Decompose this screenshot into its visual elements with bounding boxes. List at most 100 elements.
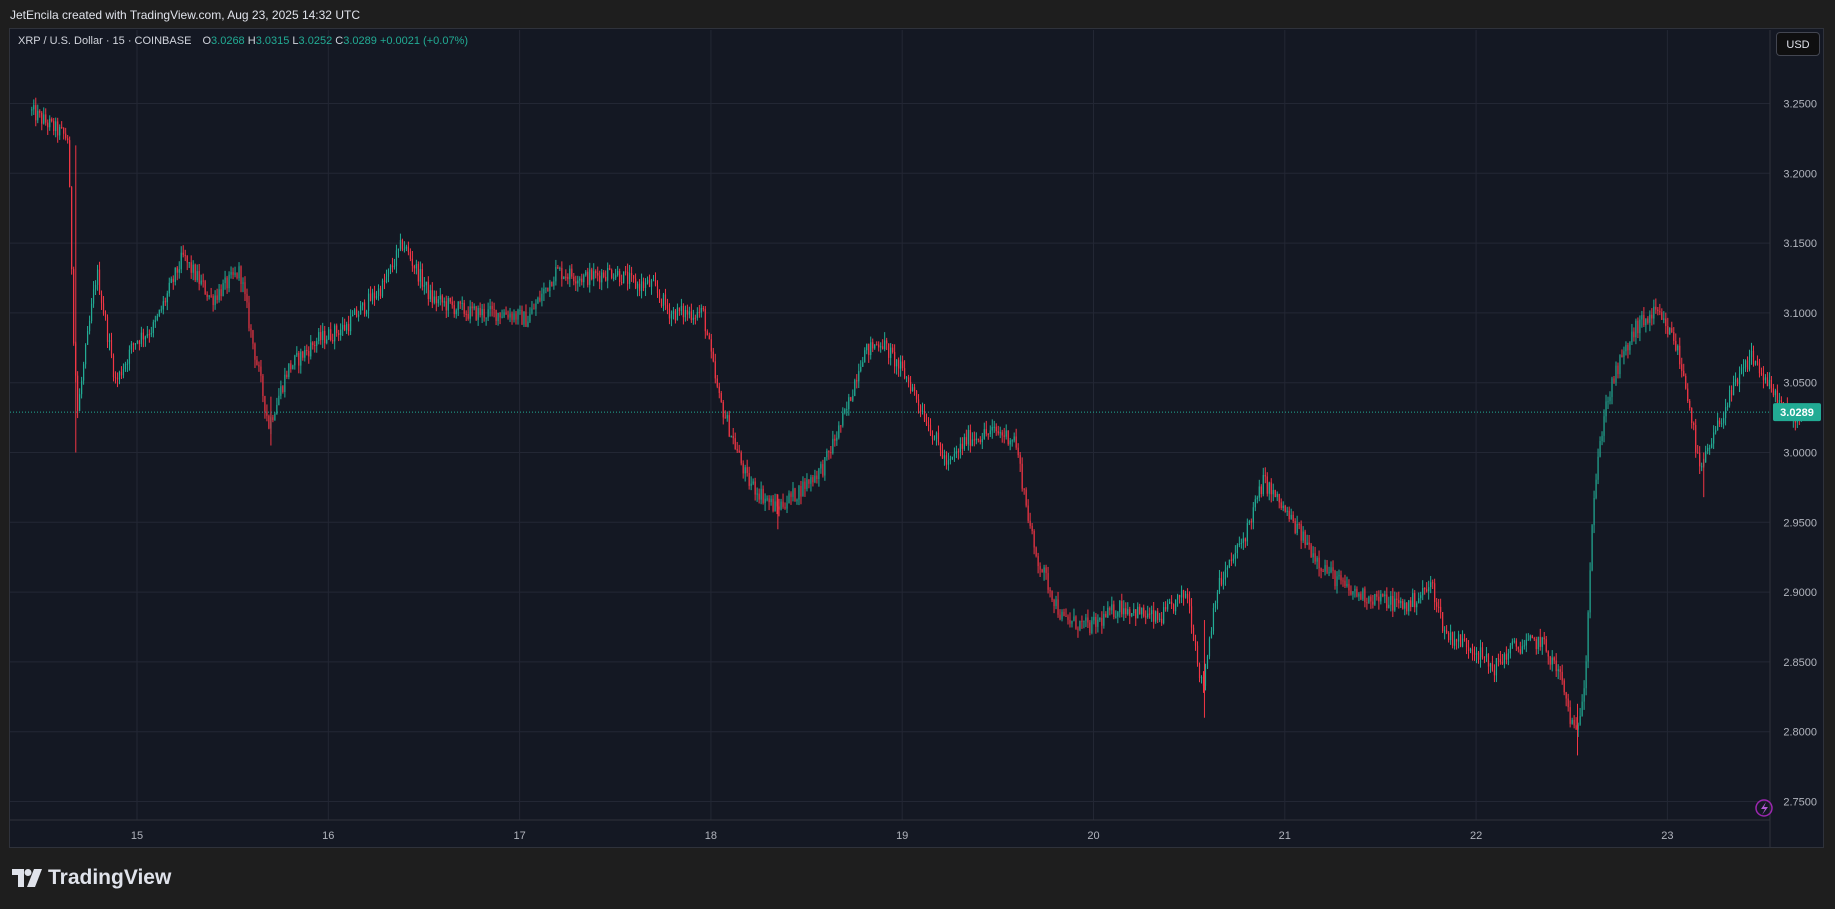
candle-body — [429, 290, 431, 300]
candle-body — [266, 411, 268, 416]
candle-body — [1085, 617, 1087, 621]
candle-body — [798, 486, 800, 500]
candle-body — [515, 313, 517, 320]
currency-button[interactable]: USD — [1776, 32, 1820, 56]
candle-body — [322, 330, 324, 341]
candle-body — [505, 312, 507, 315]
candle-body — [1489, 663, 1492, 667]
candle-body — [1418, 598, 1420, 604]
candle-body — [63, 127, 65, 134]
candle-body — [1406, 602, 1408, 612]
candle-body — [973, 439, 975, 441]
candle-body — [537, 297, 539, 304]
candle-body — [302, 351, 304, 358]
candle-body — [300, 351, 302, 366]
candle-body — [752, 481, 754, 484]
candle-body — [764, 498, 766, 503]
candle-body — [1750, 350, 1753, 358]
candle-body — [1637, 320, 1639, 334]
candle-body — [945, 455, 948, 465]
x-tick-label: 15 — [131, 830, 143, 842]
candle-body — [170, 278, 172, 283]
candle-body — [929, 425, 932, 436]
candle-body — [993, 426, 995, 428]
candle-body — [700, 308, 702, 313]
candle-body — [571, 268, 573, 277]
candle-body — [403, 248, 406, 250]
candle-body — [1232, 558, 1234, 562]
candle-body — [1414, 593, 1416, 608]
candle-body — [676, 307, 679, 321]
candle-body — [734, 438, 736, 450]
candle-body — [1495, 658, 1498, 676]
y-tick-label: 3.2500 — [1783, 99, 1817, 111]
candle-body — [1561, 671, 1563, 681]
candle-body — [1278, 493, 1280, 503]
candle-body — [77, 375, 79, 411]
candle-body — [304, 349, 306, 358]
candle-body — [473, 306, 475, 309]
candle-body — [387, 269, 390, 277]
candle-body — [595, 271, 597, 273]
candle-body — [39, 110, 41, 113]
candle-body — [1218, 577, 1221, 593]
candle-body — [1302, 531, 1304, 541]
candle-body — [1133, 609, 1135, 614]
candle-body — [445, 301, 447, 311]
tradingview-logo[interactable]: TradingView — [12, 866, 171, 890]
candle-body — [162, 301, 164, 310]
candle-body — [1372, 601, 1374, 605]
y-tick-label: 3.0500 — [1783, 378, 1817, 390]
candle-body — [1713, 432, 1715, 444]
candle-body — [1230, 559, 1232, 562]
candle-body — [198, 271, 200, 284]
candle-body — [868, 343, 870, 356]
candle-body — [1065, 615, 1067, 617]
candle-body — [1535, 639, 1537, 650]
candle-body — [1726, 405, 1729, 408]
candle-body — [1003, 435, 1005, 437]
candle-body — [1601, 435, 1603, 441]
candle-body — [1422, 587, 1424, 596]
candle-body — [1764, 377, 1767, 381]
candle-body — [1330, 567, 1332, 573]
candle-body — [116, 377, 119, 380]
candle-body — [1699, 452, 1701, 467]
candle-body — [298, 352, 300, 366]
candle-body — [1752, 350, 1755, 365]
candle-body — [336, 325, 338, 334]
last-price-tag: 3.0289 — [1773, 403, 1821, 422]
price-chart[interactable]: 3.2500 3.2000 3.1500 3.1000 3.0500 3.0000 2.95… — [0, 0, 1835, 909]
candle-body — [92, 289, 95, 304]
candle-body — [1481, 647, 1484, 658]
candle-body — [1344, 580, 1346, 587]
candle-body — [1057, 599, 1059, 615]
candle-body — [782, 501, 784, 507]
candle-body — [975, 438, 977, 441]
candle-body — [1178, 594, 1181, 598]
candle-body — [126, 363, 129, 365]
candle-body — [601, 272, 603, 283]
candle-body — [750, 483, 752, 486]
candle-body — [61, 126, 63, 128]
candle-body — [1493, 670, 1496, 676]
candle-body — [1304, 531, 1306, 545]
candle-body — [254, 343, 256, 360]
candle-body — [1053, 599, 1055, 607]
candle-body — [1386, 594, 1388, 608]
candle-body — [987, 433, 989, 435]
candle-body — [1163, 607, 1165, 624]
candle-body — [192, 264, 194, 273]
candle-body — [136, 340, 138, 344]
candle-body — [1037, 556, 1039, 567]
candle-body — [1428, 587, 1430, 592]
candle-body — [1350, 590, 1352, 595]
candle-body — [1549, 656, 1551, 665]
candle-body — [499, 313, 501, 318]
candle-body — [726, 415, 728, 419]
candle-body — [991, 426, 993, 431]
candle-body — [1200, 677, 1203, 679]
candle-body — [810, 477, 812, 484]
candle-body — [630, 273, 633, 276]
candle-body — [282, 386, 284, 393]
